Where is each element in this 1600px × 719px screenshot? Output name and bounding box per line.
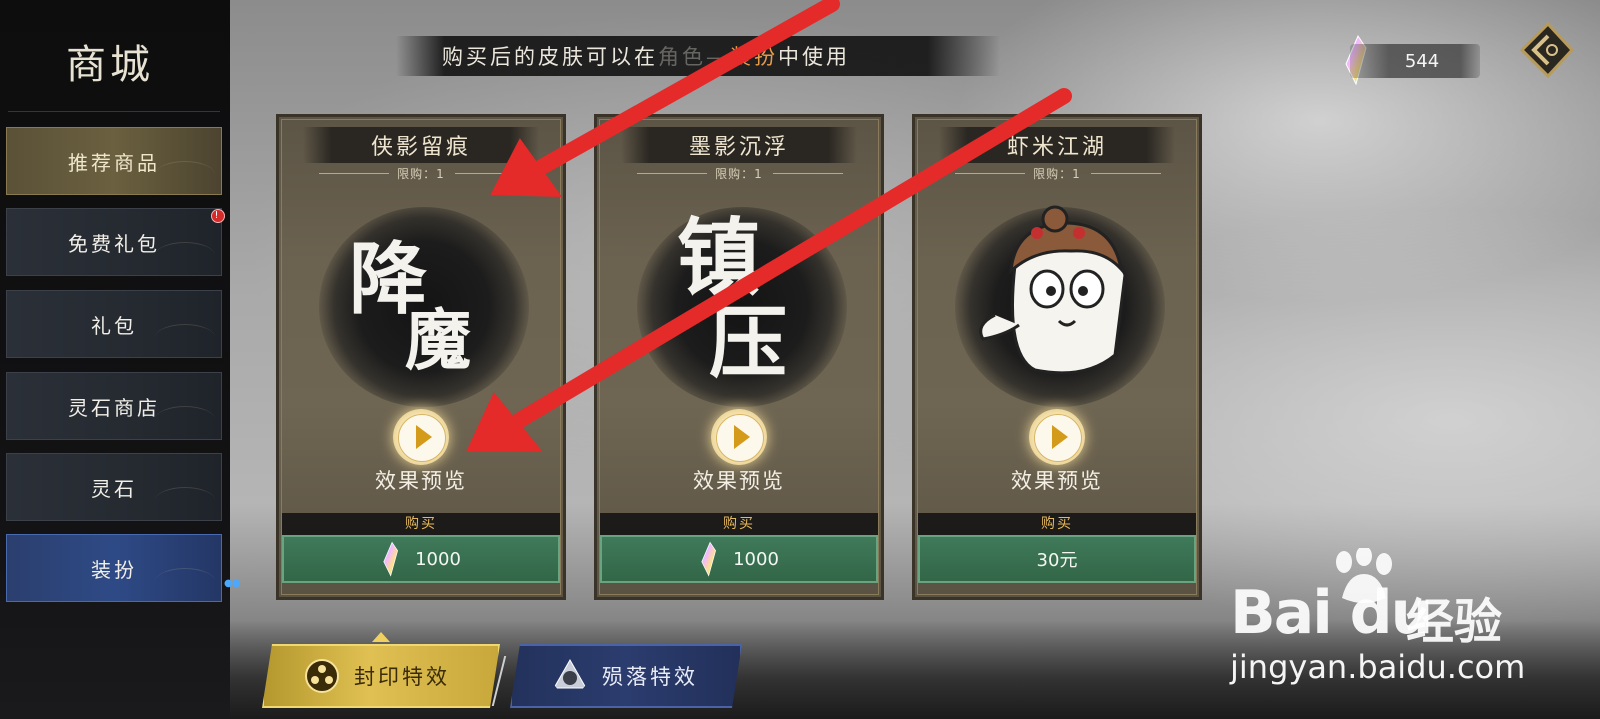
notice-banner: 购买后的皮肤可以在 角色— 装扮 中使用 bbox=[396, 36, 1000, 76]
product-card[interactable]: 虾米江湖 限购：1 效果预览 购买 30元 bbox=[912, 114, 1202, 600]
product-card[interactable]: 墨影沉浮 限购：1 镇 压 效果预览 购买 1000 bbox=[594, 114, 884, 600]
sidebar-item-spirit-stone[interactable]: 灵石 bbox=[6, 453, 222, 521]
back-icon[interactable] bbox=[1518, 20, 1576, 80]
sidebar-item-label: 灵石 bbox=[91, 476, 137, 501]
buy-button[interactable]: 1000 bbox=[282, 535, 560, 583]
fall-icon bbox=[552, 658, 588, 694]
currency-display: 544 bbox=[1350, 44, 1480, 78]
divider bbox=[455, 173, 525, 174]
divider bbox=[1091, 173, 1161, 174]
tab-label: 殒落特效 bbox=[602, 665, 698, 689]
artwork-text: 魔 bbox=[405, 301, 471, 379]
watermark-logo: Bai du bbox=[1230, 578, 1433, 648]
preview-play-button[interactable] bbox=[1029, 409, 1085, 465]
sidebar-item-recommended[interactable]: 推荐商品 bbox=[6, 127, 222, 195]
price: 1000 bbox=[733, 548, 779, 570]
card-title: 虾米江湖 bbox=[939, 127, 1175, 163]
watermark-url: jingyan.baidu.com bbox=[1230, 648, 1526, 686]
cartoon-character-icon bbox=[979, 205, 1127, 375]
currency-amount: 544 bbox=[1404, 50, 1440, 72]
preview-label: 效果预览 bbox=[375, 469, 467, 493]
notice-prefix: 购买后的皮肤可以在 bbox=[442, 45, 658, 69]
sidebar-item-label: 礼包 bbox=[91, 313, 137, 338]
notice-suffix: 中使用 bbox=[778, 45, 850, 69]
sidebar-item-label: 灵石商店 bbox=[68, 395, 160, 420]
tab-seal-effect[interactable]: 封印特效 bbox=[262, 644, 500, 708]
preview-label: 效果预览 bbox=[693, 469, 785, 493]
card-title: 侠影留痕 bbox=[303, 127, 539, 163]
notice-hidden: 角色— bbox=[658, 45, 730, 69]
notice-highlight: 装扮 bbox=[730, 45, 778, 69]
sidebar-divider bbox=[8, 111, 220, 112]
buy-label: 购买 bbox=[282, 513, 560, 535]
card-title: 墨影沉浮 bbox=[621, 127, 857, 163]
tab-label: 封印特效 bbox=[354, 665, 450, 689]
artwork-text: 压 bbox=[709, 298, 788, 389]
sidebar-item-gift-pack[interactable]: 礼包 bbox=[6, 290, 222, 358]
selection-dots-icon: ● ● bbox=[224, 578, 241, 589]
preview-label: 效果预览 bbox=[1011, 469, 1103, 493]
buy-label: 购买 bbox=[918, 513, 1196, 535]
sidebar-item-label: 推荐商品 bbox=[68, 150, 160, 175]
tab-fall-effect[interactable]: 殒落特效 bbox=[510, 644, 742, 708]
buy-button[interactable]: 30元 bbox=[918, 535, 1196, 583]
sidebar: 商城 推荐商品 免费礼包 ! 礼包 灵石商店 灵石 装扮 bbox=[0, 0, 230, 719]
sidebar-item-spirit-stone-shop[interactable]: 灵石商店 bbox=[6, 372, 222, 440]
preview-play-button[interactable] bbox=[711, 409, 767, 465]
buy-label: 购买 bbox=[600, 513, 878, 535]
spirit-crystal-icon bbox=[701, 541, 717, 577]
buy-button[interactable]: 1000 bbox=[600, 535, 878, 583]
spirit-crystal-icon bbox=[383, 541, 399, 577]
price: 1000 bbox=[415, 548, 461, 570]
product-card[interactable]: 侠影留痕 限购：1 降 魔 效果预览 购买 1000 bbox=[276, 114, 566, 600]
baidu-watermark: Bai du 经验 jingyan.baidu.com bbox=[1230, 548, 1600, 708]
seal-icon bbox=[304, 658, 340, 694]
tab-indicator-icon bbox=[372, 632, 390, 642]
watermark-cn: 经验 bbox=[1406, 594, 1503, 650]
price: 30元 bbox=[1036, 550, 1078, 571]
sidebar-item-label: 装扮 bbox=[91, 557, 137, 582]
sidebar-title: 商城 bbox=[66, 42, 154, 88]
sidebar-item-label: 免费礼包 bbox=[68, 231, 160, 256]
sidebar-item-costume[interactable]: 装扮 bbox=[6, 534, 222, 602]
sidebar-item-free-gift[interactable]: 免费礼包 ! bbox=[6, 208, 225, 276]
divider bbox=[773, 173, 843, 174]
preview-play-button[interactable] bbox=[393, 409, 449, 465]
notification-badge: ! bbox=[211, 209, 225, 223]
